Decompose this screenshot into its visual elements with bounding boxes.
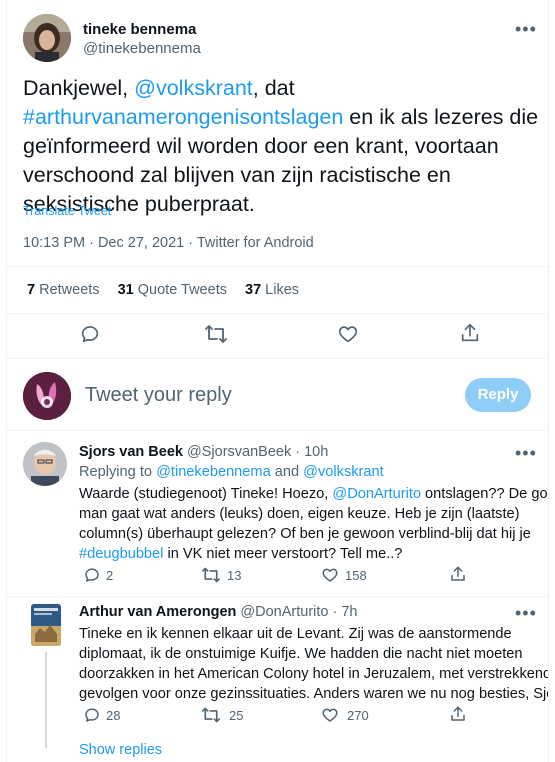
thread-connector-line xyxy=(45,652,47,748)
mention-volkskrant[interactable]: @volkskrant xyxy=(134,76,253,100)
quotes-label: Quote Tweets xyxy=(137,282,227,298)
divider xyxy=(7,430,548,431)
avatar-arthur[interactable] xyxy=(31,604,61,646)
reply-1-display-name[interactable]: Sjors van Beek xyxy=(79,444,183,460)
like-icon[interactable] xyxy=(321,566,339,584)
reply-2-line-4: gevolgen voor onze gezinssituaties. Ande… xyxy=(79,686,549,702)
avatar-current-user[interactable] xyxy=(23,372,71,420)
reply-2-line-1: Tineke en ik kennen elkaar uit de Levant… xyxy=(79,626,512,642)
reply-1-time[interactable]: · 10h xyxy=(295,444,328,460)
mention-donarturito[interactable]: @DonArturito xyxy=(332,486,421,502)
reply-1-line-1: Waarde (studiegenoot) Tineke! Hoezo, @Do… xyxy=(79,484,548,504)
reply-1-reply-count: 2 xyxy=(106,568,114,583)
retweets-count: 7 xyxy=(27,282,36,298)
share-icon[interactable] xyxy=(449,565,467,583)
reply-2-display-name[interactable]: Arthur van Amerongen xyxy=(79,604,236,620)
hashtag-deugbubbel[interactable]: #deugbubbel xyxy=(79,546,163,562)
book-cover-avatar-icon xyxy=(31,604,61,646)
tweet-timestamp[interactable]: 10:13 PM · Dec 27, 2021 · Twitter for An… xyxy=(23,235,314,251)
text-segment: en ik als lezeres die xyxy=(343,105,539,129)
reply-button[interactable]: Reply xyxy=(465,378,531,412)
reply-icon[interactable] xyxy=(83,706,101,724)
divider xyxy=(7,313,548,314)
reply-icon[interactable] xyxy=(79,323,101,345)
reply-1-line-4: #deugbubbel in VK niet meer verstoort? T… xyxy=(79,544,539,564)
retweet-icon[interactable] xyxy=(201,566,221,584)
share-icon[interactable] xyxy=(459,322,481,344)
show-replies-link[interactable]: Show replies xyxy=(79,742,162,758)
reply-1-retweet-count: 13 xyxy=(227,568,242,583)
quotes-stat[interactable]: 31 Quote Tweets xyxy=(118,282,227,298)
main-text-line-2: #arthurvanamerongenisontslagen en ik als… xyxy=(23,103,543,132)
mention-tinekebennema[interactable]: @tinekebennema xyxy=(156,464,271,480)
reply-1-line-2: man gaat wat anders (leuks) doen, eigen … xyxy=(79,506,520,522)
reply-icon[interactable] xyxy=(83,566,101,584)
tweet-stats: 7 Retweets 31 Quote Tweets 37 Likes xyxy=(27,282,299,298)
more-options-icon[interactable]: ••• xyxy=(515,604,537,622)
main-display-name[interactable]: tineke bennema xyxy=(83,21,196,38)
retweet-icon[interactable] xyxy=(204,323,228,345)
retweet-icon[interactable] xyxy=(201,706,221,724)
more-options-icon[interactable]: ••• xyxy=(515,444,537,462)
reply-2-line-2: diplomaat, ik de onstuimige Kuifje. We h… xyxy=(79,646,523,662)
divider xyxy=(7,358,548,359)
text-segment: ontslagen?? De goede xyxy=(425,486,548,502)
share-icon[interactable] xyxy=(449,705,467,723)
text-segment: in VK niet meer verstoort? Tell me..? xyxy=(163,546,403,562)
main-handle[interactable]: @tinekebennema xyxy=(83,40,201,57)
main-tweet-text: Dankjewel, @volkskrant, dat #arthurvanam… xyxy=(23,74,543,219)
divider xyxy=(7,596,548,597)
reply-1-handle[interactable]: @SjorsvanBeek xyxy=(187,444,291,460)
main-text-line-1: Dankjewel, @volkskrant, dat xyxy=(23,74,543,103)
reply-1-line-3: column(s) überhaupt gelezen? Of ben je g… xyxy=(79,526,531,542)
like-icon[interactable] xyxy=(321,706,339,724)
reply-2-text: Tineke en ik kennen elkaar uit de Levant… xyxy=(79,624,549,704)
reply-compose-input[interactable]: Tweet your reply xyxy=(85,384,232,407)
more-options-icon[interactable]: ••• xyxy=(515,20,537,38)
quotes-count: 31 xyxy=(117,282,134,298)
text-segment: , dat xyxy=(252,76,295,100)
main-text-line-3: geïnformeerd wil worden door een krant, … xyxy=(23,134,499,158)
likes-count: 37 xyxy=(245,282,262,298)
retweets-label: Retweets xyxy=(39,282,100,298)
text-segment: Waarde (studiegenoot) Tineke! Hoezo, xyxy=(79,486,333,502)
hashtag-link[interactable]: #arthurvanamerongenisontslagen xyxy=(23,105,343,129)
text-segment: Dankjewel, xyxy=(23,76,135,100)
reply-2-like-count: 270 xyxy=(347,708,369,723)
like-icon[interactable] xyxy=(337,323,359,345)
avatar-photo-icon xyxy=(23,14,71,62)
retweets-stat[interactable]: 7 Retweets xyxy=(27,282,100,298)
main-text-line-4: verschoond zal blijven van zijn racistis… xyxy=(23,163,451,187)
reply-2-time[interactable]: · 7h xyxy=(333,604,358,620)
replying-and: and xyxy=(270,464,304,480)
likes-label: Likes xyxy=(265,282,300,298)
reply-2-line-3: doorzakken in het American Colony hotel … xyxy=(79,666,549,682)
reply-2-header: Arthur van Amerongen @DonArturito · 7h xyxy=(79,604,358,620)
user-avatar-icon xyxy=(23,372,71,420)
reply-1-text: Waarde (studiegenoot) Tineke! Hoezo, @Do… xyxy=(79,484,548,564)
translate-tweet-link[interactable]: Translate Tweet xyxy=(23,204,111,218)
divider xyxy=(7,266,548,267)
avatar-sjors[interactable] xyxy=(23,442,67,486)
reply-2-handle[interactable]: @DonArturito xyxy=(240,604,328,620)
likes-stat[interactable]: 37 Likes xyxy=(245,282,299,298)
avatar-tineke[interactable] xyxy=(23,14,71,62)
avatar-photo-icon xyxy=(23,442,67,486)
reply-1-replying-to: Replying to @tinekebennema and @volkskra… xyxy=(79,462,384,482)
reply-1-header: Sjors van Beek @SjorsvanBeek · 10h xyxy=(79,444,328,460)
tweet-thread: tineke bennema @tinekebennema ••• Dankje… xyxy=(6,0,549,762)
reply-1-like-count: 158 xyxy=(345,568,367,583)
mention-volkskrant[interactable]: @volkskrant xyxy=(303,464,384,480)
reply-2-retweet-count: 25 xyxy=(229,708,244,723)
reply-2-reply-count: 28 xyxy=(106,708,121,723)
replying-prefix: Replying to xyxy=(79,464,157,480)
